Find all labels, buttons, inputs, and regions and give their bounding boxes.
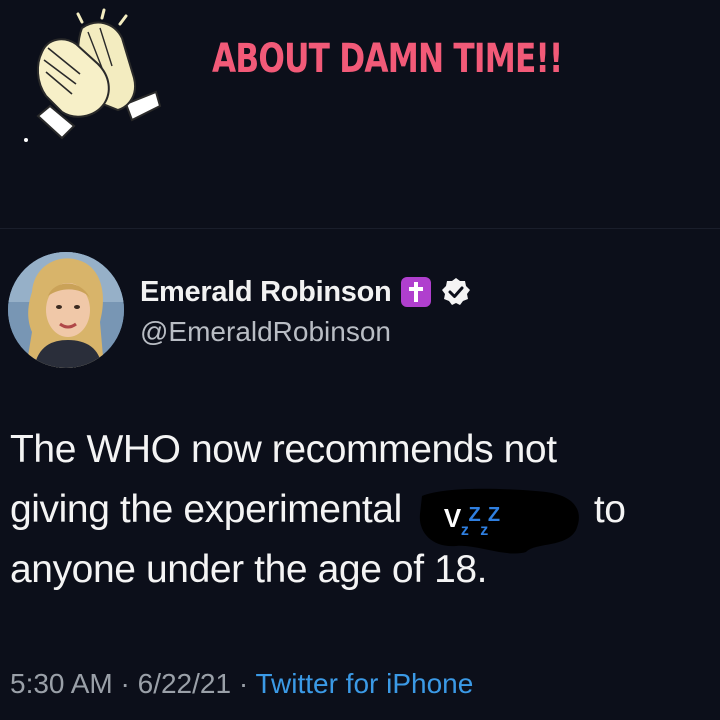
clapping-hands-icon (24, 8, 162, 142)
verified-check-icon (442, 278, 471, 305)
sleeping-zzz-icon: zZzZ (460, 503, 500, 539)
tweet-date[interactable]: 6/22/21 (138, 668, 231, 699)
tweet-text-line: The WHO now recommends not (10, 428, 557, 471)
tweet-text-segment: giving the experimental (10, 488, 402, 531)
tweet-author: Emerald Robinson @EmeraldRobinson (140, 272, 471, 348)
author-handle[interactable]: @EmeraldRobinson (140, 316, 471, 348)
tweet-source-link[interactable]: Twitter for iPhone (255, 668, 473, 699)
tweet-time[interactable]: 5:30 AM (10, 668, 113, 699)
meta-separator: · (238, 668, 249, 699)
author-name[interactable]: Emerald Robinson (140, 276, 392, 309)
redacted-letter: V (443, 502, 461, 533)
redacted-word: VzZzZ (416, 486, 584, 554)
meme-banner: ABOUT DAMN TIME!! (0, 0, 720, 230)
tweet-screenshot: ABOUT DAMN TIME!! Emerald Robinson @Emer… (0, 0, 720, 720)
banner-divider (0, 228, 720, 229)
tweet-text: The WHO now recommends not giving the ex… (10, 420, 715, 600)
cross-icon (401, 277, 432, 307)
meta-separator: · (120, 668, 130, 699)
avatar-image (8, 252, 124, 368)
tweet-text-line: anyone under the age of 18. (10, 548, 488, 591)
tweet-metadata: 5:30 AM · 6/22/21 · Twitter for iPhone (10, 668, 473, 700)
tweet-text-line: giving the experimental VzZzZ to (10, 480, 715, 554)
banner-headline: ABOUT DAMN TIME!! (212, 36, 563, 82)
avatar[interactable] (8, 252, 124, 368)
tweet-text-segment: to (593, 488, 626, 531)
